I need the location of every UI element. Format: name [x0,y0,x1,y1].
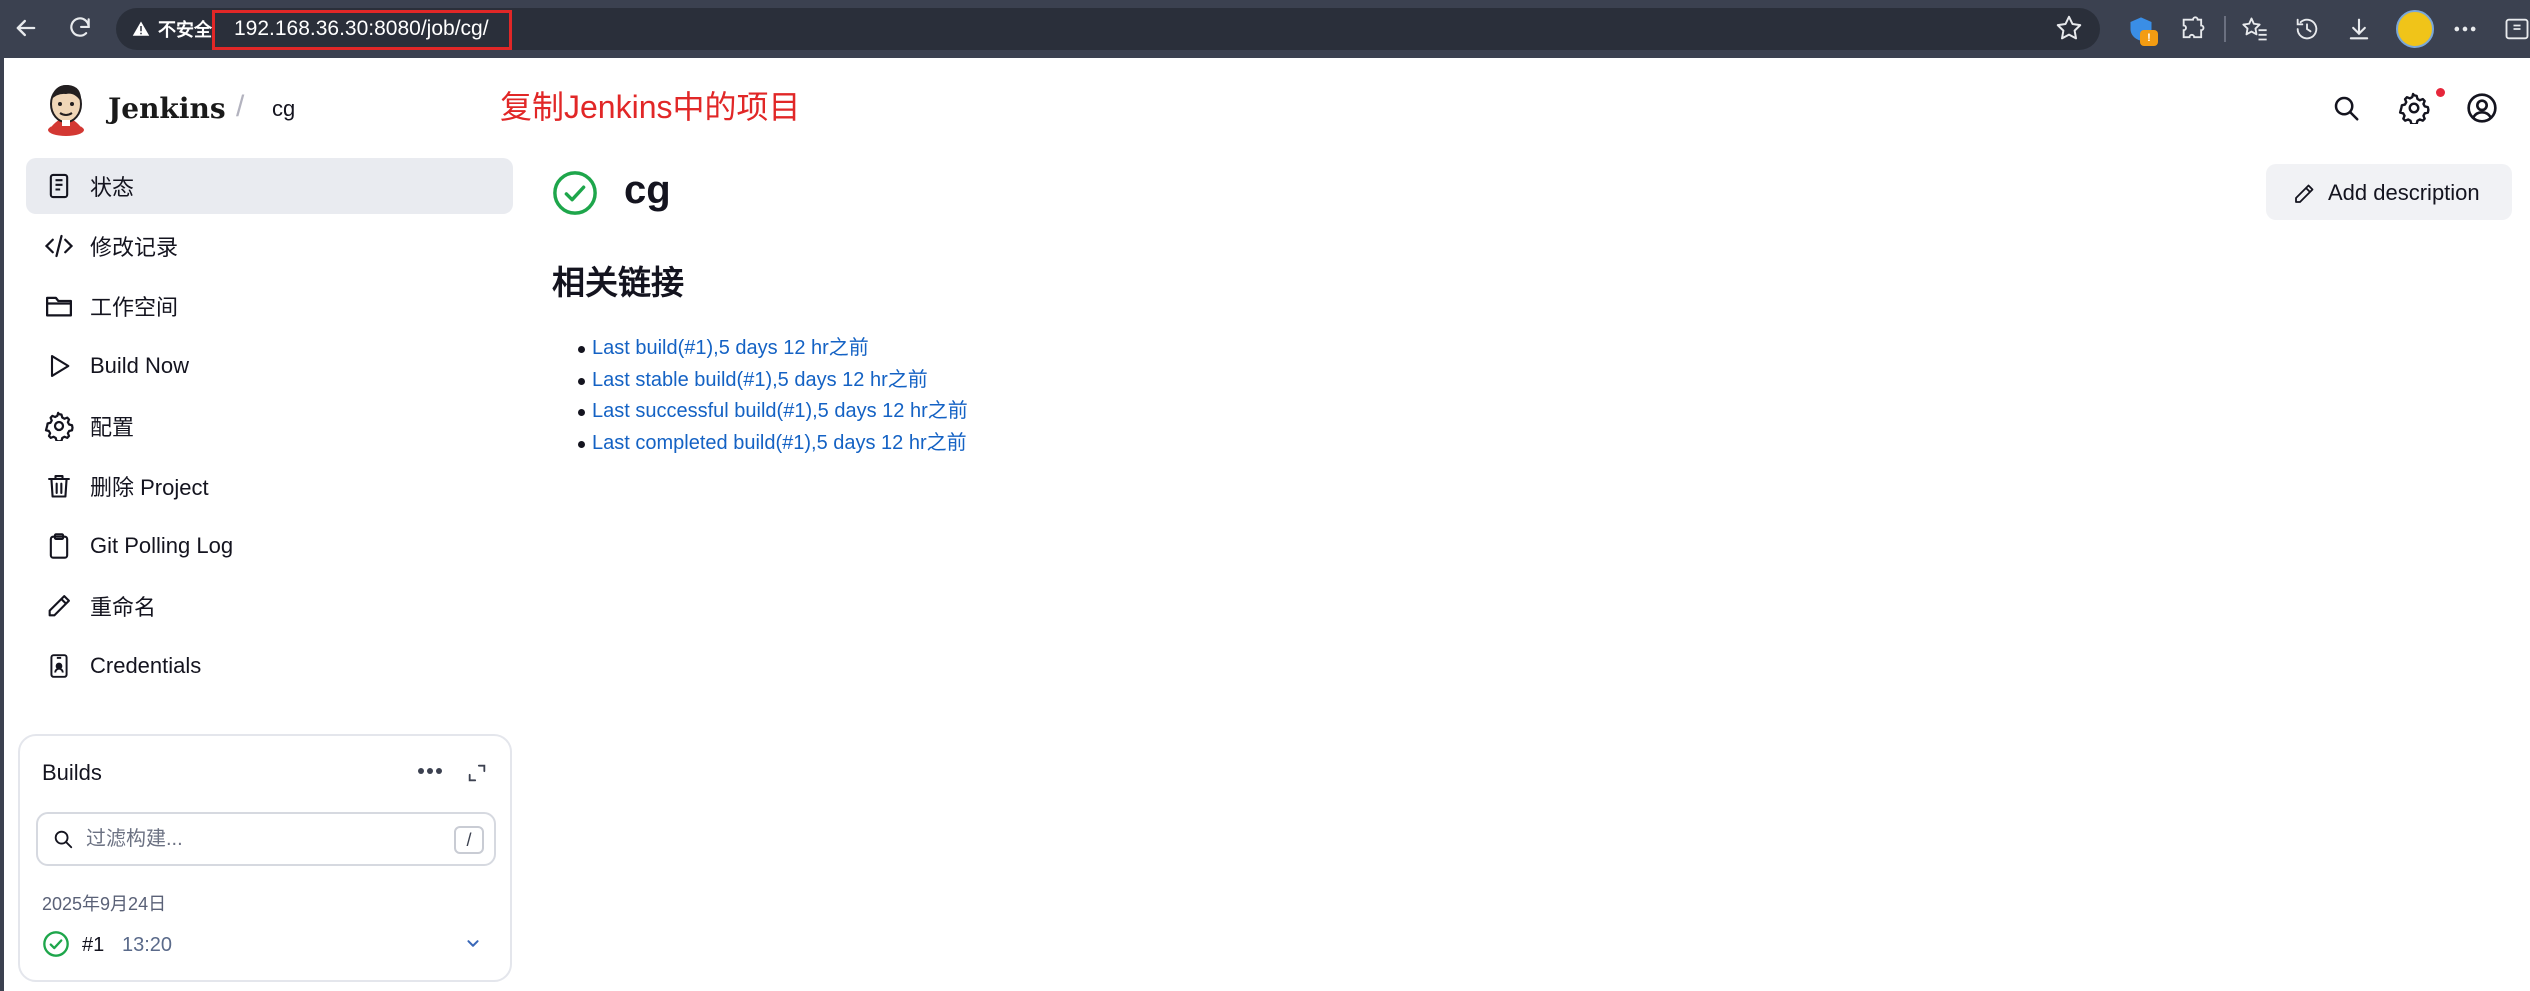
list-item: Last stable build(#1),5 days 12 hr之前 [578,368,968,400]
build-filter-box: / [36,812,496,866]
folder-icon [42,289,76,323]
sidebar-item-label: 删除 Project [90,475,209,500]
build-number[interactable]: #1 [82,934,104,957]
download-icon[interactable] [2342,12,2376,46]
sidebar-item-label: Build Now [90,353,190,378]
manage-gear-icon[interactable] [2394,88,2434,128]
window-edge [0,58,4,991]
sidebar-item-rename[interactable]: 重命名 [26,578,513,634]
jenkins-logo-icon[interactable] [42,80,90,136]
clipboard-icon [42,529,76,563]
security-indicator[interactable]: 不安全 [132,14,212,44]
url-text[interactable]: 192.168.36.30:8080/job/cg/ [234,17,489,41]
annotation-text: 复制Jenkins中的项目 [500,89,801,125]
status-doc-icon [42,169,76,203]
list-item: Last build(#1),5 days 12 hr之前 [578,336,968,368]
last-successful-build-link[interactable]: Last successful build(#1),5 days 12 hr之前 [592,400,968,422]
list-item: Last completed build(#1),5 days 12 hr之前 [578,431,968,463]
sidebar-item-delete-project[interactable]: 删除 Project [26,458,513,514]
code-icon [42,229,76,263]
build-date-group: 2025年9月24日 [42,894,167,914]
search-icon [52,828,74,855]
sidebar-item-changes[interactable]: 修改记录 [26,218,513,274]
builds-panel: Builds / 2025年9月24日 #1 13:20 [18,734,512,982]
sidebar-item-workspace[interactable]: 工作空间 [26,278,513,334]
last-build-link[interactable]: Last build(#1),5 days 12 hr之前 [592,337,869,359]
chevron-down-icon[interactable] [462,932,484,959]
sidebar-item-label: 修改记录 [90,235,179,260]
extension-badge: ! [2140,30,2158,46]
trash-icon [42,469,76,503]
sidebar-item-git-polling-log[interactable]: Git Polling Log [26,518,513,574]
sidebar-item-credentials[interactable]: Credentials [26,638,513,694]
keyboard-shortcut-hint: / [454,826,484,854]
list-item: Last successful build(#1),5 days 12 hr之前 [578,399,968,431]
build-filter-input[interactable] [86,824,436,854]
last-completed-build-link[interactable]: Last completed build(#1),5 days 12 hr之前 [592,432,967,454]
warning-triangle-icon [132,21,150,36]
extensions-puzzle-icon[interactable] [2176,12,2210,46]
history-icon[interactable] [2290,12,2324,46]
related-links-list: Last build(#1),5 days 12 hr之前 Last stabl… [578,336,968,463]
user-account-icon[interactable] [2462,88,2502,128]
more-options-icon[interactable] [410,754,450,788]
notification-dot [2436,88,2445,97]
sidebar-item-label: Credentials [90,653,202,678]
bullet [578,440,585,448]
sidebar-item-label: 工作空间 [90,295,179,320]
sidebar-item-status[interactable]: 状态 [26,158,513,214]
gear-icon [42,409,76,443]
job-success-icon [552,170,598,221]
build-time: 13:20 [122,934,173,956]
sidebar-item-label: 重命名 [90,595,157,620]
credentials-icon [42,649,76,683]
sidebar-item-configure[interactable]: 配置 [26,398,513,454]
security-label: 不安全 [158,20,212,40]
favorite-star-icon[interactable] [2054,13,2084,48]
expand-icon[interactable] [460,756,494,790]
sidebar-toggle-icon[interactable] [2500,12,2530,46]
pencil-icon [42,589,76,623]
favorites-list-icon[interactable] [2238,12,2272,46]
bullet [578,346,585,353]
bullet [578,377,585,385]
play-icon [42,349,76,383]
breadcrumb-separator: / [236,90,245,123]
search-icon[interactable] [2326,88,2366,128]
related-links-heading: 相关链接 [552,264,684,301]
jenkins-brand[interactable]: Jenkins [108,92,226,125]
success-check-icon [42,930,70,963]
sidebar-item-build-now[interactable]: Build Now [26,338,513,394]
bullet [578,409,585,416]
reload-icon[interactable] [62,10,98,46]
more-menu-icon[interactable] [2448,12,2482,46]
build-row[interactable]: #1 13:20 [32,920,500,968]
browser-toolbar: 不安全 192.168.36.30:8080/job/cg/ ! [0,0,2530,58]
page-title: cg [624,168,671,212]
sidebar-item-label: 配置 [90,415,135,440]
add-description-button[interactable]: Add description [2266,164,2512,220]
toolbar-divider [2224,16,2226,42]
jenkins-header: Jenkins / cg 复制Jenkins中的项目 [4,58,2530,158]
add-description-label: Add description [2328,180,2480,205]
pencil-icon [2292,182,2316,211]
builds-title: Builds [42,760,102,785]
last-stable-build-link[interactable]: Last stable build(#1),5 days 12 hr之前 [592,369,928,391]
profile-avatar[interactable] [2396,10,2434,48]
sidebar-item-label: Git Polling Log [90,533,234,558]
sidebar-item-label: 状态 [90,175,135,200]
back-arrow-icon[interactable] [8,10,44,46]
breadcrumb-job[interactable]: cg [272,96,295,122]
